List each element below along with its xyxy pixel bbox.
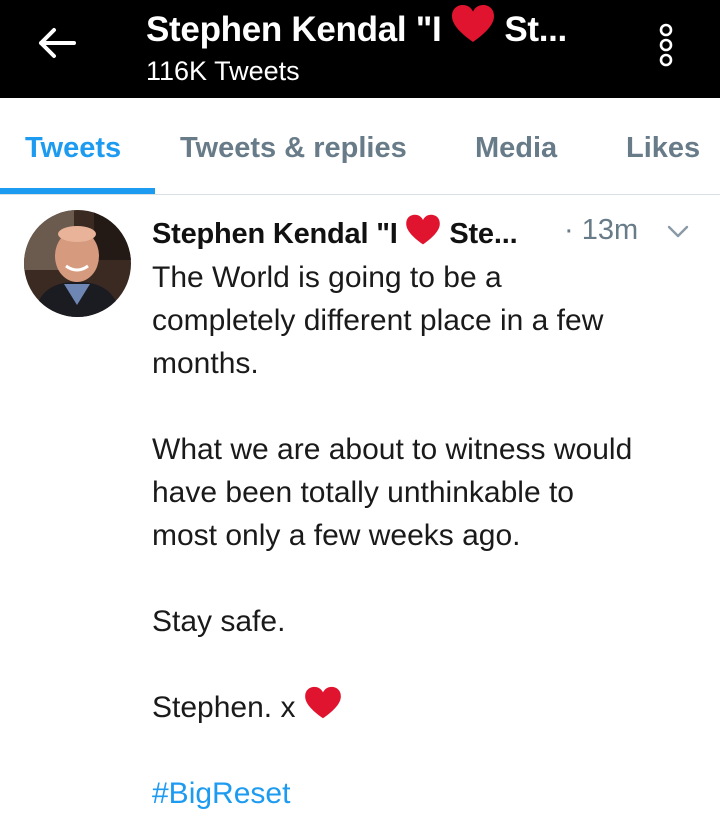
avatar-image xyxy=(24,210,131,317)
tweet-count: 116K Tweets xyxy=(146,56,300,86)
tab-media[interactable]: Media xyxy=(475,132,557,165)
tweet-line: months. xyxy=(152,347,259,380)
tweet-header: Stephen Kendal "I Ste... · 13m xyxy=(152,214,702,254)
profile-header: Stephen Kendal "I St... 116K Tweets xyxy=(0,0,720,98)
tweet-line: most only a few weeks ago. xyxy=(152,519,521,552)
active-tab-indicator xyxy=(0,188,155,194)
back-arrow-icon[interactable] xyxy=(36,26,76,60)
heart-emoji-icon xyxy=(406,214,441,245)
tweet-line: The World is going to be a xyxy=(152,261,502,294)
tweet-signoff: Stephen. x xyxy=(152,686,712,729)
profile-title: Stephen Kendal "I St... xyxy=(146,4,567,50)
tweet-line: What we are about to witness would xyxy=(152,433,633,466)
tweet-timestamp[interactable]: · 13m xyxy=(564,214,638,247)
tweet-paragraph-2: What we are about to witness would have … xyxy=(152,428,712,557)
tweet-body: The World is going to be a completely di… xyxy=(152,256,712,815)
signoff-text: Stephen. x xyxy=(152,691,296,724)
chevron-down-icon[interactable] xyxy=(666,224,690,240)
heart-emoji-icon xyxy=(451,5,494,42)
tab-tweets-and-replies[interactable]: Tweets & replies xyxy=(180,132,407,165)
avatar[interactable] xyxy=(24,210,131,317)
tab-tweets[interactable]: Tweets xyxy=(25,132,121,165)
tweet-author-name[interactable]: Stephen Kendal "I Ste... xyxy=(152,214,518,251)
author-name-end: Ste... xyxy=(449,218,518,250)
title-name-end: St... xyxy=(504,10,567,49)
tweet-line: completely different place in a few xyxy=(152,304,604,337)
title-name-start: Stephen Kendal "I xyxy=(146,10,442,49)
more-vertical-icon[interactable] xyxy=(656,22,676,68)
heart-emoji-icon xyxy=(304,686,341,719)
tab-likes[interactable]: Likes xyxy=(626,132,700,165)
profile-tabs: Tweets Tweets & replies Media Likes xyxy=(0,98,720,195)
tweet-paragraph-1: The World is going to be a completely di… xyxy=(152,256,712,385)
tweet-paragraph-3: Stay safe. xyxy=(152,605,286,638)
author-name-start: Stephen Kendal "I xyxy=(152,218,398,250)
hashtag-link[interactable]: #BigReset xyxy=(152,772,712,815)
tweet-line: have been totally unthinkable to xyxy=(152,476,574,509)
